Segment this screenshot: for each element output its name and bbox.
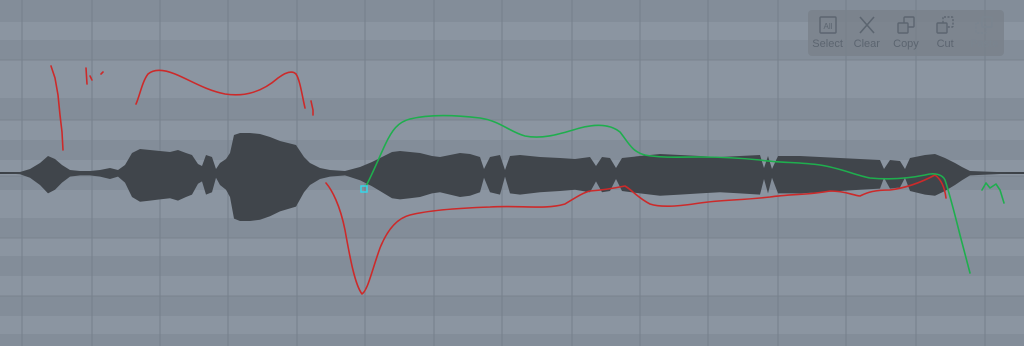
select-all-button[interactable]: All Select [809, 14, 847, 51]
cut-label: Cut [936, 38, 954, 50]
clear-label: Clear [853, 38, 880, 50]
cut-button[interactable]: Cut [926, 14, 964, 51]
edit-toolbar: All Select Clear Copy Cut Paste [808, 10, 1004, 56]
pitch-editor[interactable]: All Select Clear Copy Cut Paste [0, 0, 1024, 346]
select-all-icon: All [818, 16, 837, 34]
clear-icon [859, 16, 875, 34]
paste-label: Paste [970, 38, 999, 50]
pitch-curve-red-4[interactable] [100, 71, 104, 75]
pitch-lane-dark [0, 218, 1024, 238]
select-all-icon-text: All [823, 22, 832, 31]
copy-icon [897, 16, 915, 34]
pitch-lane-dark [0, 98, 1024, 120]
cut-icon [936, 16, 954, 34]
pitch-lane-dark [0, 334, 1024, 346]
pitch-lane-dark [0, 296, 1024, 316]
copy-button[interactable]: Copy [887, 14, 925, 51]
copy-label: Copy [893, 38, 919, 50]
pitch-curve-red-2[interactable] [85, 67, 88, 85]
paste-icon [975, 16, 994, 34]
clear-button[interactable]: Clear [848, 14, 886, 51]
pitch-lane-dark [0, 256, 1024, 276]
select-label: Select [812, 38, 843, 50]
paste-button[interactable]: Paste [965, 14, 1003, 51]
